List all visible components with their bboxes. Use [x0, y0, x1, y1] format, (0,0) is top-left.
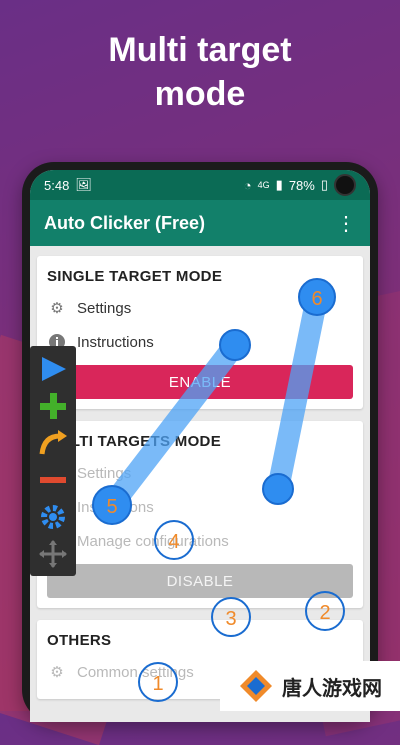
manage-configurations-label: Manage configurations	[77, 532, 229, 550]
promo-title-line-1: Multi target	[108, 31, 292, 69]
gear-icon: ⚙	[50, 300, 64, 317]
play-icon[interactable]	[36, 354, 70, 384]
promo-title-line-2: mode	[154, 75, 246, 113]
logo-text: 唐人游戏网	[282, 677, 382, 700]
status-time: 5:48	[44, 177, 70, 193]
floating-toolbar	[30, 346, 76, 576]
multi-settings-row[interactable]: ⚙ Settings	[47, 456, 353, 490]
multi-settings-label: Settings	[77, 464, 132, 482]
enable-button[interactable]: ENABLE	[47, 365, 353, 399]
remove-target-icon[interactable]	[36, 465, 70, 495]
app-title: Auto Clicker (Free)	[44, 212, 206, 233]
front-camera	[334, 174, 356, 196]
add-target-icon[interactable]	[36, 391, 70, 421]
single-instructions-label: Instructions	[77, 333, 154, 351]
single-target-title: SINGLE TARGET MODE	[47, 268, 223, 285]
battery-icon: ▯	[320, 177, 328, 192]
image-notification-icon: 🖼	[75, 177, 92, 192]
single-target-card: SINGLE TARGET MODE ⚙ Settings Instructio…	[37, 256, 363, 409]
single-settings-row[interactable]: ⚙ Settings	[47, 291, 353, 325]
wifi-icon: ◔	[243, 177, 252, 193]
gear-icon[interactable]	[36, 502, 70, 532]
move-icon[interactable]	[36, 539, 70, 569]
gear-icon: ⚙	[50, 664, 64, 681]
manage-configurations-row[interactable]: ≡ Manage configurations	[47, 524, 353, 558]
status-bar: 5:48 🖼 ◔ 4G ▮ 78% ▯	[30, 170, 370, 200]
phone-screen: 5:48 🖼 ◔ 4G ▮ 78% ▯ Auto Clicker (Free) …	[30, 170, 370, 722]
common-settings-label: Common settings	[77, 663, 194, 681]
app-bar: Auto Clicker (Free) ⋮	[30, 200, 370, 246]
others-title: OTHERS	[47, 632, 112, 649]
logo-mark	[240, 670, 272, 702]
multi-targets-title: MULTI TARGETS MODE	[47, 433, 221, 450]
more-options-icon[interactable]: ⋮	[336, 211, 356, 236]
multi-instructions-row[interactable]: ⓘ Instructions	[47, 490, 353, 524]
promo-title: Multi target mode	[0, 28, 400, 116]
site-logo: 唐人游戏网	[220, 661, 400, 711]
add-swipe-icon[interactable]	[36, 428, 70, 458]
network-label: 4G	[257, 180, 270, 190]
disable-button[interactable]: DISABLE	[47, 564, 353, 598]
multi-targets-card: MULTI TARGETS MODE ⚙ Settings ⓘ Instruct…	[37, 421, 363, 608]
single-instructions-row[interactable]: Instructions	[47, 325, 353, 359]
multi-instructions-label: Instructions	[77, 498, 154, 516]
signal-icon: ▮	[275, 177, 283, 192]
single-settings-label: Settings	[77, 299, 132, 317]
battery-level: 78%	[288, 177, 315, 193]
